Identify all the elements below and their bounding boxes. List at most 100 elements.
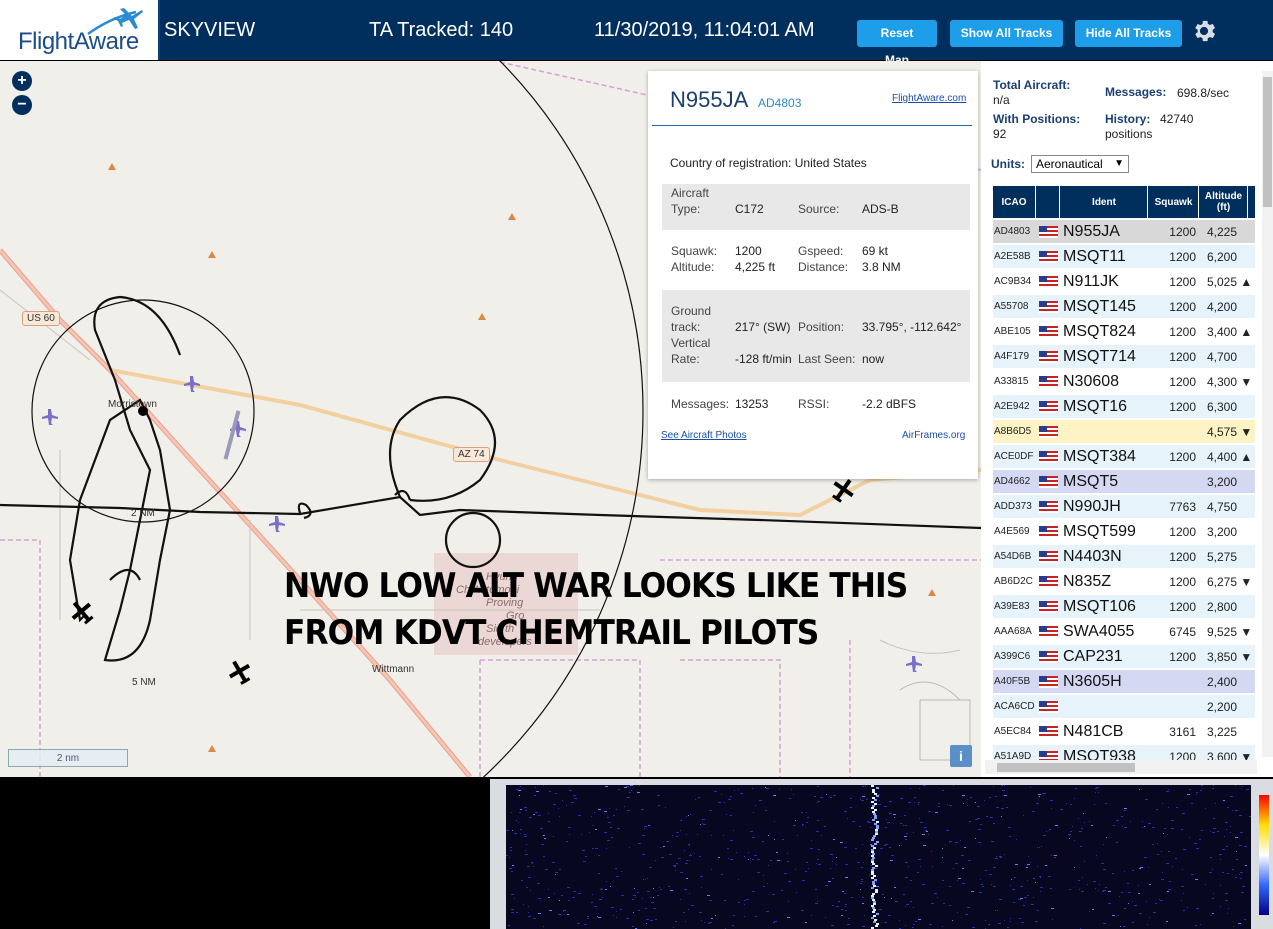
trend-icon: ▼ (1240, 425, 1253, 439)
table-row[interactable]: A8B6D5 4,575 ▼ (993, 420, 1255, 444)
aircraft-photos-link[interactable]: See Aircraft Photos (661, 430, 747, 441)
horizontal-scrollbar[interactable] (985, 760, 1257, 774)
cell-ident: CAP231 (1063, 648, 1123, 665)
table-row[interactable]: ABE105 MSQT824 1200 3,400 ▲ (993, 320, 1255, 344)
table-row[interactable]: AAA68A SWA4055 6745 9,525 ▼ (993, 620, 1255, 644)
aircraft-list-panel: Total Aircraft: n/a Messages: 698.8/sec … (981, 61, 1273, 777)
popup-callsign: N955JA (670, 87, 749, 112)
table-row[interactable]: A5EC84 N481CB 3161 3,225 (993, 720, 1255, 744)
trend-icon: ▼ (1240, 750, 1253, 760)
table-row[interactable]: A54D6B N4403N 1200 5,275 (993, 545, 1255, 569)
altitude-label: Altitude: (671, 260, 715, 274)
town-wittmann: Wittmann (372, 664, 415, 675)
table-row[interactable]: A55708 MSQT145 1200 4,200 (993, 295, 1255, 319)
overlay-line-2: FROM KDVT CHEMTRAIL PILOTS (284, 613, 819, 653)
col-flag[interactable] (1037, 186, 1060, 218)
table-row[interactable]: AD4803 N955JA 1200 4,225 (993, 220, 1255, 244)
table-row[interactable]: ACE0DF MSQT384 1200 4,400 ▲ (993, 445, 1255, 469)
scroll-thumb[interactable] (997, 763, 1135, 772)
cell-icao: AB6D2C (994, 576, 1033, 587)
vertical-label: Vertical (671, 336, 711, 350)
total-aircraft-label: Total Aircraft: (993, 78, 1071, 92)
cell-altitude: 3,400 ▲ (1200, 320, 1255, 344)
ring-label-2nm: 2 NM (131, 508, 155, 519)
table-row[interactable]: A39E83 MSQT106 1200 2,800 (993, 595, 1255, 619)
flightaware-logo[interactable]: FlightAware (0, 0, 160, 60)
vertical-scrollbar[interactable] (1262, 71, 1273, 757)
us-flag-icon (1037, 620, 1059, 644)
table-row[interactable]: A2E58B MSQT11 1200 6,200 (993, 245, 1255, 269)
rate-value: -128 ft/min (735, 352, 792, 366)
cell-altitude: 6,200 (1200, 245, 1255, 269)
cell-altitude: 3,850 ▼ (1200, 645, 1255, 669)
airframes-link[interactable]: AirFrames.org (902, 430, 965, 441)
aircraft-label: Aircraft (671, 186, 710, 200)
table-row[interactable]: A4E569 MSQT599 1200 3,200 (993, 520, 1255, 544)
info-button[interactable]: i (950, 745, 972, 767)
cell-ident: N481CB (1063, 723, 1124, 740)
type-label: Type: (671, 202, 701, 216)
color-scale (1259, 795, 1269, 915)
cell-ident (1061, 695, 1148, 719)
cell-icao: A4F179 (994, 351, 1030, 362)
trend-icon: ▼ (1240, 375, 1253, 389)
cell-icao: AAA68A (994, 626, 1032, 637)
us-flag-icon (1037, 645, 1059, 669)
cell-icao: A54D6B (994, 551, 1032, 562)
trend-icon: ▼ (1240, 650, 1253, 664)
table-row[interactable]: A399C6 CAP231 1200 3,850 ▼ (993, 645, 1255, 669)
us-flag-icon (1037, 320, 1059, 344)
table-row[interactable]: A33815 N30608 1200 4,300 ▼ (993, 370, 1255, 394)
squawk-value: 1200 (735, 244, 762, 258)
scroll-thumb[interactable] (1263, 77, 1272, 207)
table-row[interactable]: A4F179 MSQT714 1200 4,700 (993, 345, 1255, 369)
total-aircraft-value: n/a (993, 93, 1010, 107)
col-altitude[interactable]: Altitude (ft) (1200, 186, 1248, 218)
hide-all-tracks-button[interactable]: Hide All Tracks (1075, 20, 1182, 47)
gear-icon[interactable] (1190, 17, 1218, 45)
us-flag-icon (1037, 595, 1059, 619)
show-all-tracks-button[interactable]: Show All Tracks (950, 20, 1063, 47)
altitude-value: 6,275 (1207, 575, 1238, 589)
table-row[interactable]: AD4662 MSQT5 3,200 (993, 470, 1255, 494)
cell-altitude: 2,200 (1200, 695, 1255, 719)
trend-icon: ▼ (1240, 575, 1253, 589)
table-row[interactable]: A2E942 MSQT16 1200 6,300 (993, 395, 1255, 419)
col-icao[interactable]: ICAO (993, 186, 1036, 218)
cell-altitude: 5,025 ▲ (1200, 270, 1255, 294)
table-row[interactable]: A40F5B N3605H 2,400 (993, 670, 1255, 694)
popup-divider (652, 125, 972, 126)
table-row[interactable]: AC9B34 N911JK 1200 5,025 ▲ (993, 270, 1255, 294)
col-squawk[interactable]: Squawk (1149, 186, 1199, 218)
messages-rate-label: Messages: (1105, 85, 1167, 99)
flightaware-link[interactable]: FlightAware.com (892, 93, 966, 104)
table-row[interactable]: A51A9D MSQT938 1200 3,600 ▼ (993, 745, 1255, 760)
cell-squawk (1149, 420, 1199, 444)
us-flag-icon (1037, 470, 1059, 494)
aircraft-table-body: AD4803 N955JA 1200 4,225 A2E58B MSQT11 1200 6,… (993, 220, 1255, 760)
altitude-value: 4,750 (1207, 500, 1238, 514)
units-select[interactable]: Aeronautical ▼ (1031, 155, 1129, 173)
table-row[interactable]: ADD373 N990JH 7763 4,750 (993, 495, 1255, 519)
aircraft-table-header: ICAO Ident Squawk Altitude (ft) (993, 186, 1255, 218)
zoom-in-button[interactable]: + (12, 71, 32, 91)
us-flag-icon (1037, 270, 1059, 294)
units-label: Units: (991, 157, 1025, 171)
cell-icao: AC9B34 (994, 276, 1032, 287)
reset-map-button[interactable]: Reset Map (857, 20, 937, 67)
col-ident[interactable]: Ident (1061, 186, 1148, 218)
source-label: Source: (798, 202, 840, 216)
table-row[interactable]: AB6D2C N835Z 1200 6,275 ▼ (993, 570, 1255, 594)
track-block: Ground track: 217° (SW) Position: 33.795… (662, 290, 970, 382)
zoom-out-button[interactable]: − (12, 95, 32, 115)
cell-icao: A2E58B (994, 251, 1031, 262)
cell-ident: N30608 (1063, 373, 1120, 390)
aircraft-detail-popup: N955JA AD4803 FlightAware.com Country of… (648, 71, 978, 479)
table-row[interactable]: ACA6CD 2,200 (993, 695, 1255, 719)
history-value: 42740 (1160, 112, 1194, 126)
cell-altitude: 4,400 ▲ (1200, 445, 1255, 469)
us-flag-icon (1037, 520, 1059, 544)
gspeed-value: 69 kt (862, 244, 889, 258)
position-label: Position: (798, 320, 845, 334)
rssi-label: RSSI: (798, 397, 830, 411)
